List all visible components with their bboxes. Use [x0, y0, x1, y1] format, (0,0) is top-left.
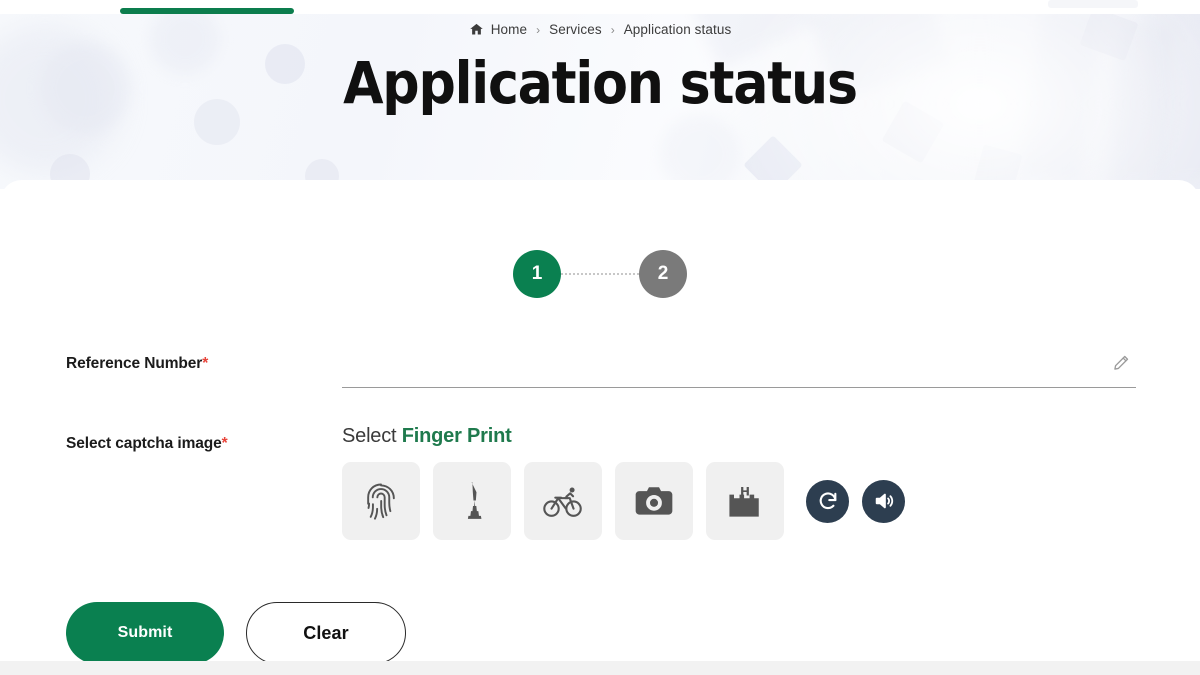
captcha-widget: Select Finger Print H	[342, 425, 1142, 540]
captcha-refresh-button[interactable]	[806, 479, 849, 523]
active-nav-underline	[120, 8, 294, 14]
captcha-tile-tower[interactable]	[433, 462, 511, 540]
stepper-step-2[interactable]: 2	[639, 250, 687, 298]
stepper-step-1[interactable]: 1	[513, 250, 561, 298]
stepper-step-2-number: 2	[657, 263, 669, 284]
page-title: Application status	[343, 49, 858, 117]
captcha-prompt: Select Finger Print	[342, 425, 1142, 448]
top-navigation-bar	[0, 0, 1200, 14]
svg-text:H: H	[740, 485, 750, 499]
breadcrumb: Home › Services › Application status	[0, 22, 1200, 37]
reference-number-label-text: Reference Number	[66, 355, 203, 372]
breadcrumb-item-services[interactable]: Services	[549, 22, 602, 37]
captcha-audio-button[interactable]	[862, 479, 905, 523]
clear-button[interactable]: Clear	[246, 602, 406, 664]
reference-number-input-wrap	[342, 348, 1136, 388]
footer-band	[0, 661, 1200, 675]
breadcrumb-item-current: Application status	[623, 22, 732, 37]
captcha-tile-fort[interactable]: H	[706, 462, 784, 540]
progress-stepper: 1 2	[0, 250, 1200, 298]
submit-button[interactable]: Submit	[66, 602, 224, 664]
required-asterisk: *	[221, 435, 228, 452]
captcha-tile-list: H	[342, 462, 1142, 540]
reference-number-label: Reference Number*	[66, 355, 336, 373]
home-icon[interactable]	[469, 22, 484, 37]
captcha-prompt-target: Finger Print	[401, 425, 512, 447]
captcha-tile-fingerprint[interactable]	[342, 462, 420, 540]
pencil-icon[interactable]	[1108, 350, 1134, 376]
application-status-page: Home › Services › Application status App…	[0, 0, 1200, 675]
captcha-label: Select captcha image*	[66, 435, 336, 453]
captcha-label-text: Select captcha image	[66, 435, 222, 452]
breadcrumb-separator: ›	[536, 22, 541, 37]
stepper-step-1-number: 1	[531, 263, 543, 284]
topbar-ghost-element	[1048, 0, 1138, 8]
breadcrumb-item-home[interactable]: Home	[491, 22, 527, 37]
captcha-tile-camera[interactable]	[615, 462, 693, 540]
reference-number-input[interactable]	[342, 348, 1082, 386]
captcha-prompt-prefix: Select	[342, 425, 402, 447]
breadcrumb-separator: ›	[610, 22, 615, 37]
form-card: 1 2 Reference Number* Select captcha ima…	[0, 180, 1200, 664]
form-actions: Submit Clear	[66, 602, 406, 664]
captcha-tile-bicycle[interactable]	[524, 462, 602, 540]
required-asterisk: *	[202, 355, 209, 372]
stepper-connector	[561, 273, 639, 275]
